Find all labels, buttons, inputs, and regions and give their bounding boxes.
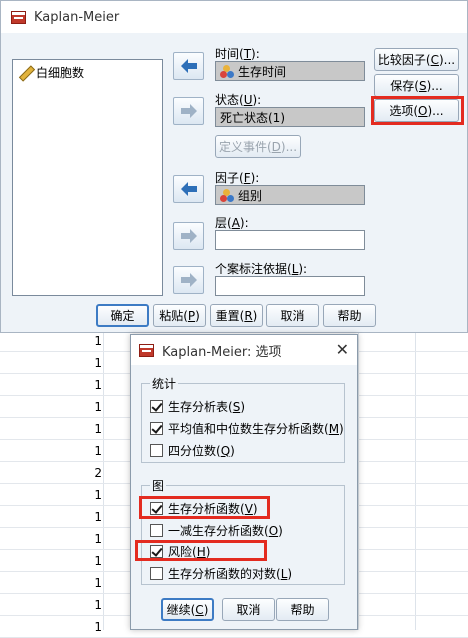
- grid-cell[interactable]: 1: [60, 422, 102, 436]
- checkbox-unchecked[interactable]: [150, 444, 163, 457]
- continue-button[interactable]: 继续(C): [161, 598, 214, 621]
- factor-field[interactable]: 组别: [215, 185, 365, 205]
- options-highlight: [371, 96, 464, 125]
- hazard-highlight: [135, 540, 267, 561]
- move-to-time-button[interactable]: [173, 52, 204, 80]
- move-to-strata-button[interactable]: [173, 222, 204, 250]
- checkbox-one-minus-survival[interactable]: 一减生存分析函数(O): [150, 522, 283, 539]
- close-icon[interactable]: ✕: [336, 340, 349, 359]
- list-item[interactable]: 白细胞数: [13, 60, 162, 85]
- cancel-button[interactable]: 取消: [266, 304, 319, 327]
- title-bar: Kaplan-Meier: [1, 1, 467, 33]
- variable-source-list[interactable]: 白细胞数: [12, 59, 163, 296]
- checkbox-mean-median[interactable]: 平均值和中位数生存分析函数(M): [150, 420, 344, 437]
- checkbox-checked[interactable]: [150, 400, 163, 413]
- checkbox-checked[interactable]: [150, 422, 163, 435]
- options-cancel-button[interactable]: 取消: [222, 598, 275, 621]
- grid-cell[interactable]: 1: [60, 554, 102, 568]
- options-dialog: Kaplan-Meier: 选项 ✕ 统计 生存分析表(S) 平均值和中位数生存…: [130, 334, 358, 630]
- grid-cell[interactable]: 1: [60, 444, 102, 458]
- spss-app-icon: [139, 343, 154, 359]
- options-dialog-title: Kaplan-Meier: 选项: [162, 344, 282, 360]
- grid-cell[interactable]: 1: [60, 620, 102, 634]
- arrow-right-icon: [180, 104, 197, 118]
- grid-cell[interactable]: 1: [60, 598, 102, 612]
- checkbox-unchecked[interactable]: [150, 567, 163, 580]
- ok-button[interactable]: 确定: [96, 304, 149, 327]
- survival-highlight: [139, 496, 270, 519]
- grid-cell[interactable]: 2: [60, 466, 102, 480]
- grid-cell[interactable]: 1: [60, 576, 102, 590]
- time-label: 时间(T):: [215, 47, 260, 61]
- spss-app-icon: [11, 10, 26, 26]
- compare-factor-button[interactable]: 比较因子(C)...: [374, 48, 459, 71]
- grid-cell[interactable]: 1: [60, 356, 102, 370]
- plots-group-title: 图: [150, 477, 167, 494]
- kaplan-meier-dialog: Kaplan-Meier 白细胞数 时间(T): 生存时间 状态(U): 死亡状…: [0, 0, 468, 333]
- strata-label: 层(A):: [215, 216, 249, 230]
- checkbox-unchecked[interactable]: [150, 524, 163, 537]
- save-button[interactable]: 保存(S)...: [374, 74, 459, 97]
- reset-button[interactable]: 重置(R): [210, 304, 263, 327]
- checkbox-log-survival[interactable]: 生存分析函数的对数(L): [150, 565, 292, 582]
- grid-cell[interactable]: 1: [60, 400, 102, 414]
- scale-pencil-icon: [18, 66, 32, 80]
- statistics-group-title: 统计: [150, 375, 179, 392]
- case-label-field[interactable]: [215, 276, 365, 296]
- variable-label: 白细胞数: [36, 66, 85, 80]
- grid-cell[interactable]: 1: [60, 532, 102, 546]
- case-label-label: 个案标注依据(L):: [215, 262, 308, 276]
- grid-cell[interactable]: 1: [60, 510, 102, 524]
- factor-label: 因子(F):: [215, 171, 260, 185]
- dialog-title: Kaplan-Meier: [34, 9, 120, 25]
- grid-cell[interactable]: 1: [60, 488, 102, 502]
- help-button[interactable]: 帮助: [323, 304, 376, 327]
- nominal-variable-icon: [220, 64, 234, 78]
- statistics-group: 统计 生存分析表(S) 平均值和中位数生存分析函数(M) 四分位数(Q): [141, 375, 345, 463]
- time-field[interactable]: 生存时间: [215, 61, 365, 81]
- checkbox-quartiles[interactable]: 四分位数(Q): [150, 442, 235, 459]
- move-to-case-label-button[interactable]: [173, 266, 204, 294]
- arrow-left-icon: [180, 182, 197, 196]
- checkbox-life-table[interactable]: 生存分析表(S): [150, 398, 245, 415]
- factor-value: 组别: [238, 188, 263, 203]
- move-to-status-button[interactable]: [173, 97, 204, 125]
- paste-button[interactable]: 粘贴(P): [153, 304, 206, 327]
- move-to-factor-button[interactable]: [173, 175, 204, 203]
- grid-cell[interactable]: 1: [60, 378, 102, 392]
- define-event-button[interactable]: 定义事件(D)...: [215, 135, 301, 158]
- status-label: 状态(U):: [215, 93, 262, 107]
- arrow-right-icon: [180, 229, 197, 243]
- arrow-right-icon: [180, 273, 197, 287]
- options-title-bar: Kaplan-Meier: 选项 ✕: [131, 335, 357, 365]
- strata-field[interactable]: [215, 230, 365, 250]
- status-field[interactable]: 死亡状态(1): [215, 107, 365, 127]
- time-value: 生存时间: [238, 64, 287, 79]
- options-help-button[interactable]: 帮助: [276, 598, 329, 621]
- status-value: 死亡状态(1): [220, 110, 285, 125]
- arrow-left-icon: [180, 59, 197, 73]
- nominal-variable-icon: [220, 188, 234, 202]
- grid-cell[interactable]: 1: [60, 334, 102, 348]
